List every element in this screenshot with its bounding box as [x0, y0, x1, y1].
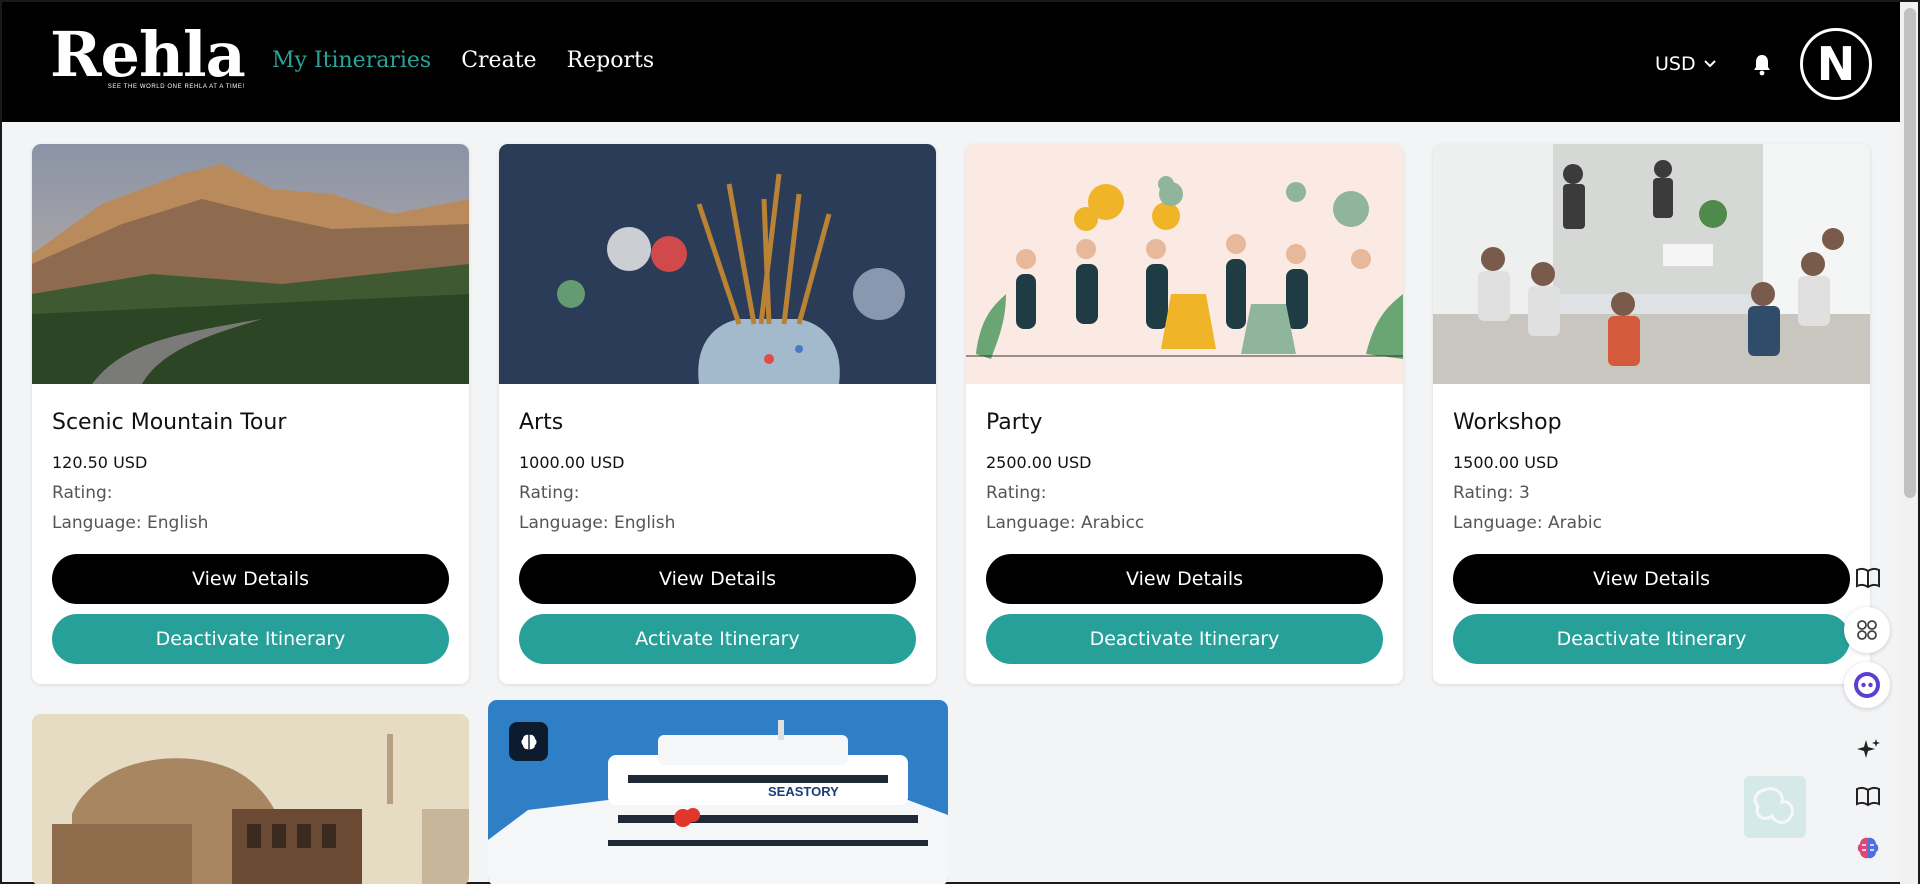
card-title: Scenic Mountain Tour — [52, 410, 287, 435]
book-open-icon[interactable] — [1854, 782, 1882, 810]
card-price: 1000.00 USD — [519, 453, 625, 472]
card-title: Party — [986, 410, 1043, 435]
itinerary-card-partial — [32, 714, 469, 884]
nav-my-itineraries[interactable]: My Itineraries — [272, 48, 431, 73]
chevron-down-icon — [1703, 60, 1716, 68]
card-title: Arts — [519, 410, 564, 435]
activate-itinerary-button[interactable]: Activate Itinerary — [519, 614, 916, 664]
view-details-button[interactable]: View Details — [52, 554, 449, 604]
card-image — [1433, 144, 1870, 384]
currency-selector[interactable]: USD — [1655, 53, 1716, 75]
top-navbar: Rehla SEE THE WORLD ONE REHLA AT A TIME!… — [2, 2, 1900, 122]
deactivate-itinerary-button[interactable]: Deactivate Itinerary — [1453, 614, 1850, 664]
view-details-button[interactable]: View Details — [519, 554, 916, 604]
itinerary-card: Arts 1000.00 USD Rating: Language: Engli… — [499, 144, 936, 684]
ship-name-text: SEASTORY — [768, 784, 839, 799]
card-language: Language: Arabicc — [986, 513, 1145, 533]
deactivate-itinerary-button[interactable]: Deactivate Itinerary — [986, 614, 1383, 664]
card-language: Language: English — [52, 513, 209, 533]
itinerary-card: Workshop 1500.00 USD Rating: 3 Language:… — [1433, 144, 1870, 684]
assistant-button[interactable] — [1844, 662, 1890, 708]
card-price: 2500.00 USD — [986, 453, 1092, 472]
card-language: Language: English — [519, 513, 676, 533]
nav-reports[interactable]: Reports — [567, 48, 655, 73]
card-price: 1500.00 USD — [1453, 453, 1559, 472]
card-image — [966, 144, 1403, 384]
brand-logo[interactable]: Rehla SEE THE WORLD ONE REHLA AT A TIME! — [50, 18, 246, 91]
assistant-bot-icon — [1854, 672, 1880, 698]
card-image — [32, 714, 469, 884]
nav-create[interactable]: Create — [461, 48, 536, 73]
scrollbar-thumb[interactable] — [1904, 8, 1916, 498]
view-details-button[interactable]: View Details — [986, 554, 1383, 604]
currency-value: USD — [1655, 53, 1696, 75]
sparkle-icon[interactable] — [1854, 736, 1882, 764]
card-rating: Rating: — [986, 483, 1047, 503]
itinerary-card: Scenic Mountain Tour 120.50 USD Rating: … — [32, 144, 469, 684]
deactivate-itinerary-button[interactable]: Deactivate Itinerary — [52, 614, 449, 664]
brain-icon — [521, 734, 536, 749]
watermark-icon — [1744, 776, 1806, 838]
bell-icon[interactable] — [1753, 54, 1771, 76]
card-title: Workshop — [1453, 410, 1562, 435]
card-rating: Rating: — [519, 483, 580, 503]
view-details-button[interactable]: View Details — [1453, 554, 1850, 604]
card-image — [32, 144, 469, 384]
brain-icon[interactable] — [1854, 834, 1882, 862]
card-rating: Rating: 3 — [1453, 483, 1530, 503]
itinerary-card: Party 2500.00 USD Rating: Language: Arab… — [966, 144, 1403, 684]
grid-icon — [1857, 620, 1877, 640]
grid-button[interactable] — [1844, 607, 1890, 653]
itinerary-card-partial: SEASTORY — [488, 700, 948, 884]
main-nav: My Itineraries Create Reports — [272, 48, 654, 73]
card-language: Language: Arabic — [1453, 513, 1602, 533]
card-rating: Rating: — [52, 483, 113, 503]
user-avatar[interactable]: N — [1800, 28, 1872, 100]
card-price: 120.50 USD — [52, 453, 148, 472]
brain-badge[interactable] — [509, 722, 548, 761]
card-image — [499, 144, 936, 384]
book-icon[interactable] — [1854, 564, 1882, 592]
card-image: SEASTORY — [488, 700, 948, 884]
logo-wordmark: Rehla — [50, 18, 246, 91]
